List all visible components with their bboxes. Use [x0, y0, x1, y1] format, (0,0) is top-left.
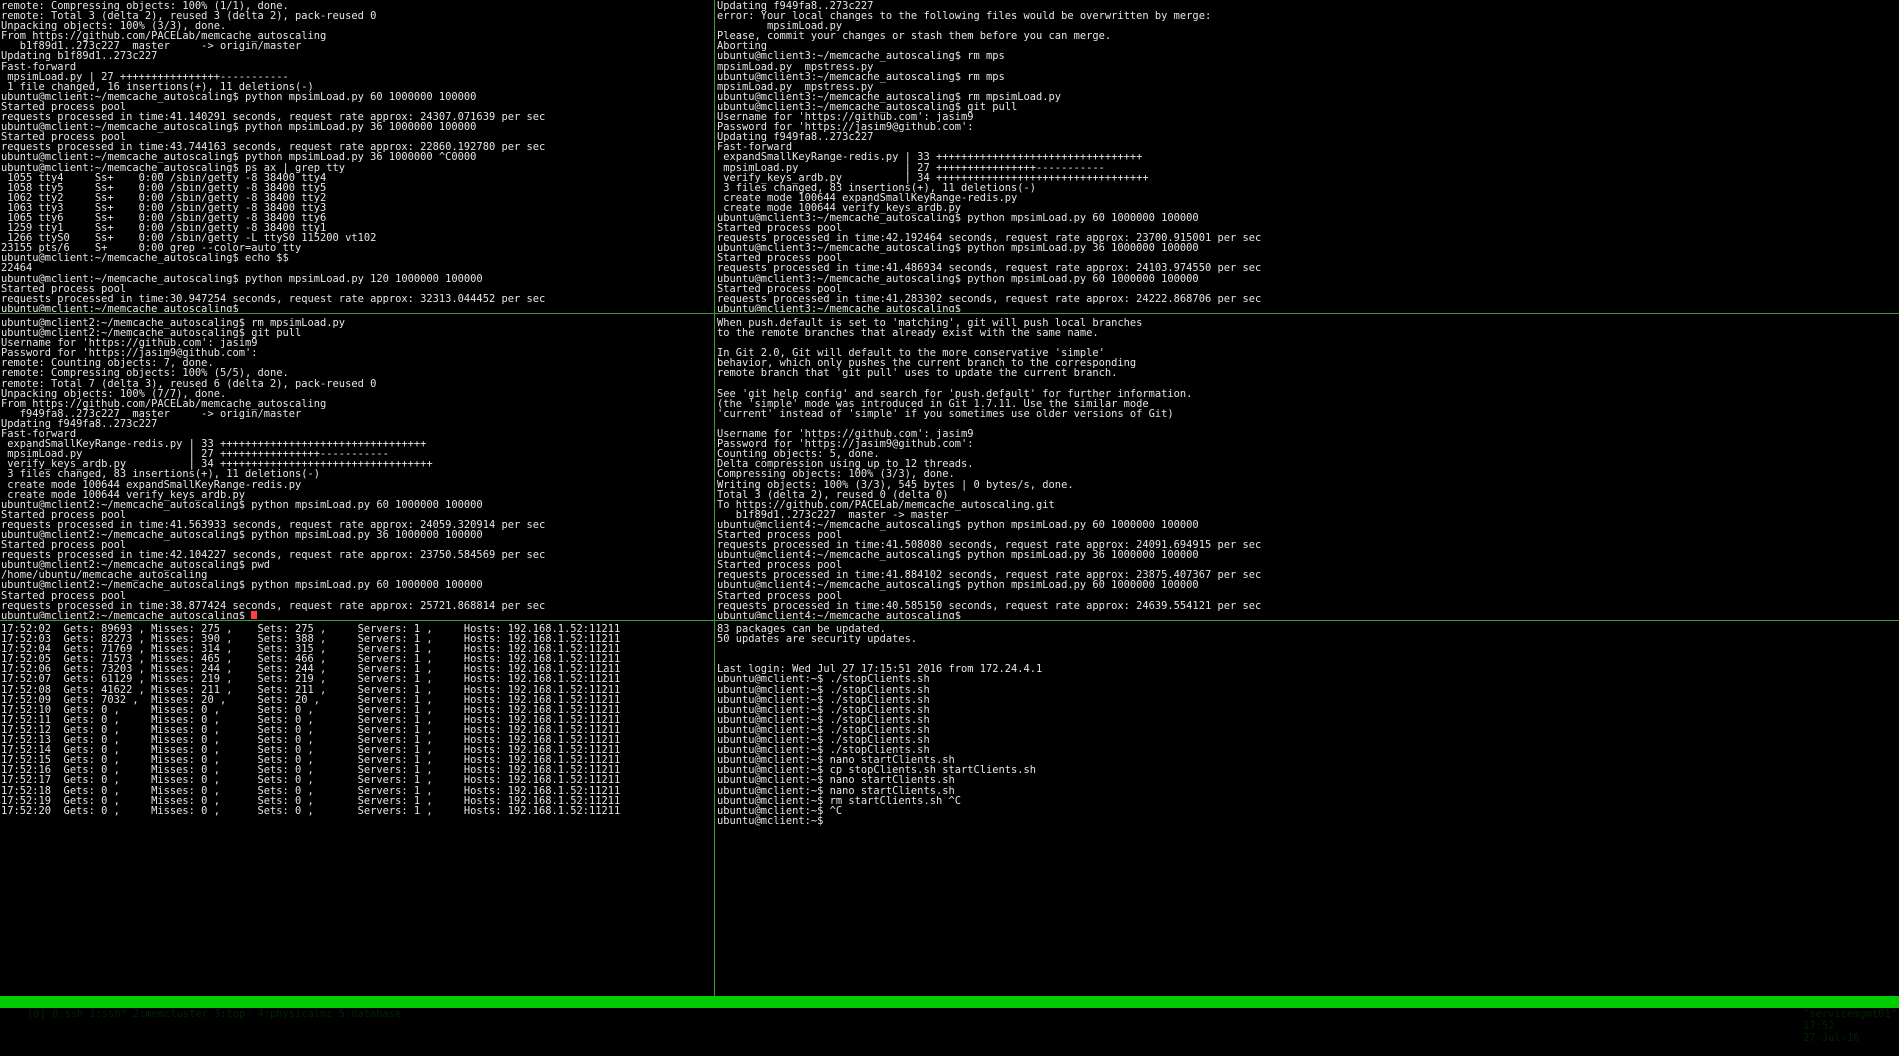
terminal-line: Compressing objects: 100% (3/3), done.: [717, 468, 955, 481]
terminal-line: ubuntu@mclient4:~/memcache_autoscaling$ …: [717, 518, 1199, 531]
terminal-line: ubuntu@mclient4:~/memcache_autoscaling$: [717, 609, 961, 619]
terminal-line: remote branch that 'git pull' uses to up…: [717, 367, 1118, 380]
terminal-line: ubuntu@mclient:~/memcache_autoscaling$ p…: [1, 151, 477, 164]
host-label: "servicemgmt01": [1803, 1008, 1897, 1020]
tmux-window-tab[interactable]: 4:physicalmc: [258, 1008, 333, 1020]
terminal-line: ubuntu@mclient:~$ ^C: [717, 804, 843, 817]
pane-output: remote: Compressing objects: 100% (1/1),…: [0, 0, 713, 312]
window-list: 0:ssh 1:ssh* 2:memcluster 3:top- 4:physicalm…: [52, 1008, 407, 1020]
terminal-pane-mid-right[interactable]: When push.default is set to 'matching', …: [716, 317, 1899, 619]
terminal-line: 'current' instead of 'simple' if you som…: [717, 407, 1174, 420]
terminal-line: expandSmallKeyRange-redis.py | 33 ++++++…: [717, 151, 1143, 164]
terminal-pane-top-right[interactable]: Updating f949fa8..273c227 error: Your loc…: [716, 0, 1899, 312]
terminal-line: ubuntu@mclient3:~/memcache_autoscaling$: [717, 302, 961, 312]
pane-output: Updating f949fa8..273c227 error: Your loc…: [716, 0, 1899, 312]
status-right: "servicemgmt01" 17:52 27-Jul-16: [1778, 996, 1897, 1056]
terminal-line: Updating f949fa8..273c227: [717, 131, 874, 144]
pane-output: ubuntu@mclient2:~/memcache_autoscaling$ …: [0, 317, 713, 619]
terminal-line: ubuntu@mclient3:~/memcache_autoscaling$ …: [717, 50, 1005, 63]
terminal-line: ubuntu@mclient3:~/memcache_autoscaling$ …: [717, 242, 1199, 255]
terminal-line: ubuntu@mclient:~$ nano startClients.sh: [717, 774, 955, 787]
terminal-line: Password for 'https://jasim9@github.com'…: [717, 438, 974, 451]
terminal-line: ubuntu@mclient:~/memcache_autoscaling$: [1, 302, 239, 312]
terminal-line: ubuntu@mclient2:~/memcache_autoscaling$: [1, 610, 713, 619]
tmux-window-tab[interactable]: 1:ssh*: [89, 1008, 127, 1020]
terminal-pane-bottom-right[interactable]: 83 packages can be updated. 50 updates ar…: [716, 623, 1899, 995]
status-left: [0] 0:ssh 1:ssh* 2:memcluster 3:top- 4:physi…: [2, 996, 407, 1032]
terminal-line: ubuntu@mclient3:~/memcache_autoscaling$ …: [717, 272, 1199, 285]
terminal-pane-bottom-left[interactable]: 17:52:02 Gets: 89693 , Misses: 275 , Set…: [0, 623, 713, 995]
session-label: [0]: [27, 1008, 53, 1020]
terminal-line: ubuntu@mclient:~$ rm startClients.sh ^C: [717, 794, 961, 807]
pane-output: 83 packages can be updated. 50 updates ar…: [716, 623, 1899, 826]
tmux-window-tab[interactable]: 3:top-: [214, 1008, 252, 1020]
tmux-status-bar: [0] 0:ssh 1:ssh* 2:memcluster 3:top- 4:physi…: [0, 996, 1899, 1044]
pane-output: 17:52:02 Gets: 89693 , Misses: 275 , Set…: [0, 623, 713, 816]
terminal-line: 17:52:20 Gets: 0 , Misses: 0 , Sets: 0 ,…: [1, 804, 621, 817]
terminal-line: Updating f949fa8..273c227: [1, 417, 158, 430]
terminal-line: 50 updates are security updates.: [717, 633, 918, 646]
terminal-pane-mid-left[interactable]: ubuntu@mclient2:~/memcache_autoscaling$ …: [0, 317, 713, 619]
date-label: 27-Jul-16: [1803, 1032, 1860, 1044]
terminal-line: ubuntu@mclient3:~/memcache_autoscaling$ …: [717, 211, 1199, 224]
terminal-line: ubuntu@mclient3:~/memcache_autoscaling$ …: [717, 70, 1005, 83]
pane-divider-vertical[interactable]: [714, 0, 715, 996]
pane-divider-horizontal-top[interactable]: [0, 313, 1899, 314]
terminal-line: ubuntu@mclient:~$: [717, 814, 824, 827]
tmux-window-tab[interactable]: 0:ssh: [52, 1008, 83, 1020]
tmux-window-tab[interactable]: 5:database: [339, 1008, 402, 1020]
terminal-line: ubuntu@mclient:~/memcache_autoscaling$ e…: [1, 252, 289, 265]
terminal-line: ubuntu@mclient4:~/memcache_autoscaling$ …: [717, 579, 1199, 592]
terminal-line: Updating b1f89d1..273c227: [1, 50, 158, 63]
terminal-line: Please, commit your changes or stash the…: [717, 30, 1112, 43]
terminal-line: Password for 'https://jasim9@github.com'…: [717, 121, 974, 134]
terminal-line: error: Your local changes to the followi…: [717, 10, 1212, 23]
pane-output: When push.default is set to 'matching', …: [716, 317, 1899, 619]
terminal-line: 3 files changed, 83 insertions(+), 11 de…: [1, 468, 321, 481]
clock-label: 17:52: [1803, 1020, 1835, 1032]
terminal-line: 17:52:17 Gets: 0 , Misses: 0 , Sets: 0 ,…: [1, 774, 621, 787]
text-cursor: [251, 610, 258, 619]
terminal-line: to the remote branches that already exis…: [717, 327, 1099, 340]
pane-divider-horizontal-bottom[interactable]: [0, 620, 1899, 621]
terminal-pane-top-left[interactable]: remote: Compressing objects: 100% (1/1),…: [0, 0, 713, 312]
terminal-line: ubuntu@mclient4:~/memcache_autoscaling$ …: [717, 549, 1199, 562]
tmux-window-tab[interactable]: 2:memcluster: [133, 1008, 208, 1020]
